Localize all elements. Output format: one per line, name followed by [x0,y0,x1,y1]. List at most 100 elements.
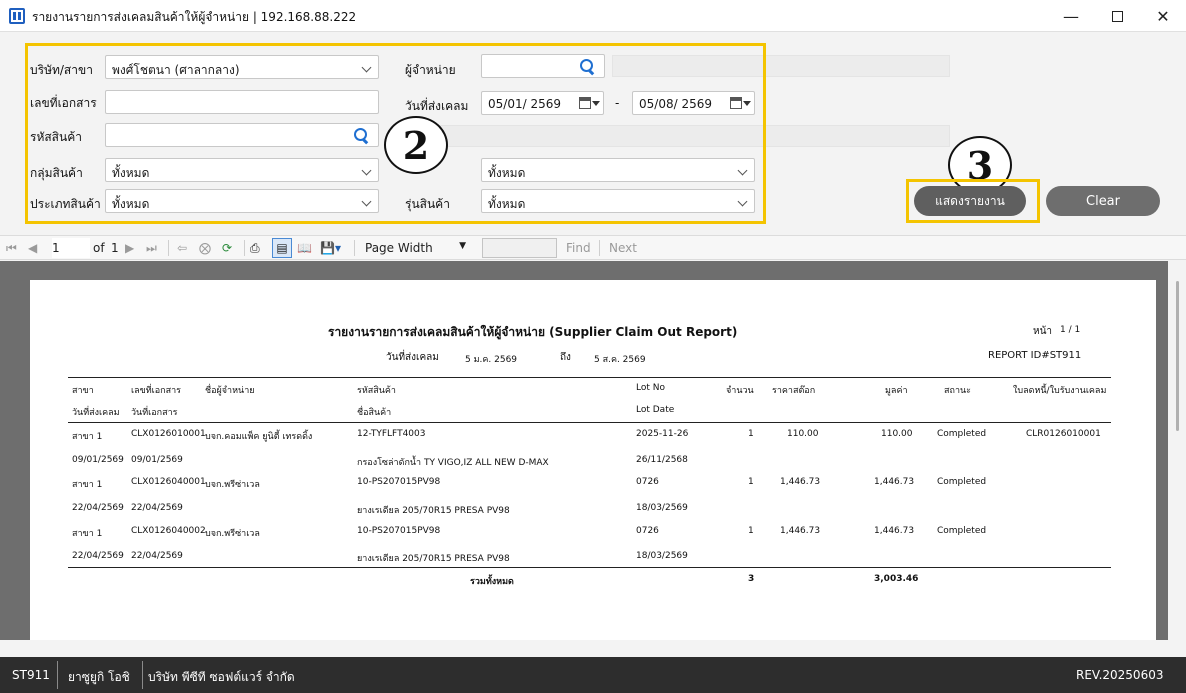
maximize-icon [1111,10,1123,22]
row-3-product-code: 10-PS207015PV98 [357,526,441,536]
report-id: REPORT ID#ST911 [988,350,1082,361]
vertical-scrollbar[interactable] [1168,261,1186,640]
last-page-icon[interactable]: ⏭ [146,241,157,256]
title-bar: รายงานรายการส่งเคลมสินค้าให้ผู้จำหน่าย |… [0,0,1186,32]
row-3-status: Completed [937,526,987,536]
date-range-label: วันที่ส่งเคลม [386,352,439,363]
date-range-to: 5 ส.ค. 2569 [594,355,646,365]
stop-icon[interactable]: ⨂ [199,241,211,255]
prev-page-icon[interactable]: ◀ [28,241,37,255]
zoom-value: Page Width [365,241,433,255]
row-3-claim-date: 22/04/2569 [72,551,124,561]
row-2-cost: 1,446.73 [780,477,821,487]
page-total: 1 [111,241,119,255]
horizontal-scrollbar[interactable] [0,640,1186,657]
total-line [68,567,1111,568]
page-label: หน้า [1033,326,1053,337]
row-1-lot-date: 26/11/2568 [636,455,688,465]
row-2-product-name: ยางเรเดียล 205/70R15 PRESA PV98 [357,506,510,516]
back-icon[interactable]: ⇦ [177,241,187,255]
page-value: 1 / 1 [1060,325,1081,335]
col-amount: มูลค่า [885,386,908,396]
minimize-button[interactable]: — [1048,0,1094,32]
export-icon[interactable]: 💾▾ [320,241,341,255]
find-link[interactable]: Find [566,241,591,255]
row-1-product-code: 12-TYFLFT4003 [357,429,426,439]
col-doc-no: เลขที่เอกสาร [131,386,181,396]
row-1-lot-no: 2025-11-26 [636,429,689,439]
next-page-icon[interactable]: ▶ [125,241,134,255]
toolbar-divider [599,240,600,256]
status-revision: REV.20250603 [1076,668,1164,682]
next-link[interactable]: Next [609,241,637,255]
total-amount: 3,003.46 [874,574,919,584]
status-report-code: ST911 [12,668,50,682]
row-3-lot-date: 18/03/2569 [636,551,688,561]
chevron-down-icon: ▼ [459,241,466,251]
callout-2: 2 [384,116,448,174]
col-doc-date: วันที่เอกสาร [131,408,178,418]
header-line-top [68,377,1111,378]
row-2-doc-date: 22/04/2569 [131,503,183,513]
row-1-receipt: CLR0126010001 [1026,429,1101,439]
row-3-branch: สาขา 1 [72,529,103,539]
close-button[interactable]: ✕ [1140,0,1186,32]
scroll-thumb[interactable] [1176,281,1179,431]
col-product-code: รหัสสินค้า [357,386,396,396]
row-2-branch: สาขา 1 [72,480,103,490]
row-2-lot-date: 18/03/2569 [636,503,688,513]
row-1-doc-date: 09/01/2569 [131,455,183,465]
row-1-amount: 110.00 [881,429,913,439]
row-1-branch: สาขา 1 [72,432,103,442]
total-qty: 3 [748,574,755,584]
row-3-doc-no: CLX0126040002 [131,526,206,536]
row-3-lot-no: 0726 [636,526,659,536]
find-input[interactable] [482,238,557,258]
row-3-cost: 1,446.73 [780,526,821,536]
row-1-supplier: บจก.คอมแพ็ค ยูนิตี้ เทรดดิ้ง [205,432,313,442]
app-icon [9,8,25,24]
total-label: รวมทั้งหมด [470,577,514,587]
zoom-select[interactable]: Page Width ▼ [360,238,472,258]
row-1-product-name: กรองโซล่าดักน้ำ TY VIGO,IZ ALL NEW D-MAX [357,458,549,468]
row-2-supplier: บจก.พรีซ่าเวล [205,480,260,490]
col-cost: ราคาสต๊อก [772,386,816,396]
col-status: สถานะ [944,386,971,396]
minimize-icon: — [1063,6,1079,26]
close-icon: ✕ [1156,6,1170,26]
first-page-icon[interactable]: ⏮ [6,241,17,256]
toolbar-divider [354,240,355,256]
print-icon[interactable]: ⎙ [250,241,260,256]
refresh-icon[interactable]: ⟳ [222,241,232,255]
row-2-product-code: 10-PS207015PV98 [357,477,441,487]
clear-button[interactable]: Clear [1046,186,1160,216]
window-title: รายงานรายการส่งเคลมสินค้าให้ผู้จำหน่าย |… [32,10,357,24]
maximize-button[interactable] [1094,0,1140,32]
toolbar-divider [244,240,245,256]
page-of-label: of [93,241,105,255]
row-1-claim-date: 09/01/2569 [72,455,124,465]
col-lot-no: Lot No [636,383,665,393]
row-2-amount: 1,446.73 [874,477,915,487]
page-setup-icon[interactable]: 📖 [297,241,312,255]
row-1-doc-no: CLX0126010001 [131,429,206,439]
col-product-name: ชื่อสินค้า [357,408,392,418]
print-layout-icon[interactable]: ▤ [272,238,292,258]
status-user: ยาซูยูกิ โอชิ [68,670,130,684]
status-divider [57,661,58,689]
row-2-doc-no: CLX0126040001 [131,477,206,487]
date-range-from: 5 ม.ค. 2569 [465,355,518,365]
col-supplier: ชื่อผู้จำหน่าย [205,386,255,396]
row-2-claim-date: 22/04/2569 [72,503,124,513]
row-3-amount: 1,446.73 [874,526,915,536]
col-qty: จำนวน [726,386,754,396]
row-1-qty: 1 [748,429,754,439]
row-3-supplier: บจก.พรีซ่าเวล [205,529,260,539]
header-line-bottom [68,422,1111,423]
status-divider [142,661,143,689]
viewer-toolbar: ⏮ ◀ 1 of 1 ▶ ⏭ ⇦ ⨂ ⟳ ⎙ ▤ 📖 💾▾ Page Width… [0,235,1186,260]
page-number-input[interactable]: 1 [52,238,90,258]
row-3-product-name: ยางเรเดียล 205/70R15 PRESA PV98 [357,554,510,564]
status-company: บริษัท พีซีที ซอฟต์แวร์ จำกัด [148,670,295,684]
show-report-button[interactable]: แสดงรายงาน [914,186,1026,216]
